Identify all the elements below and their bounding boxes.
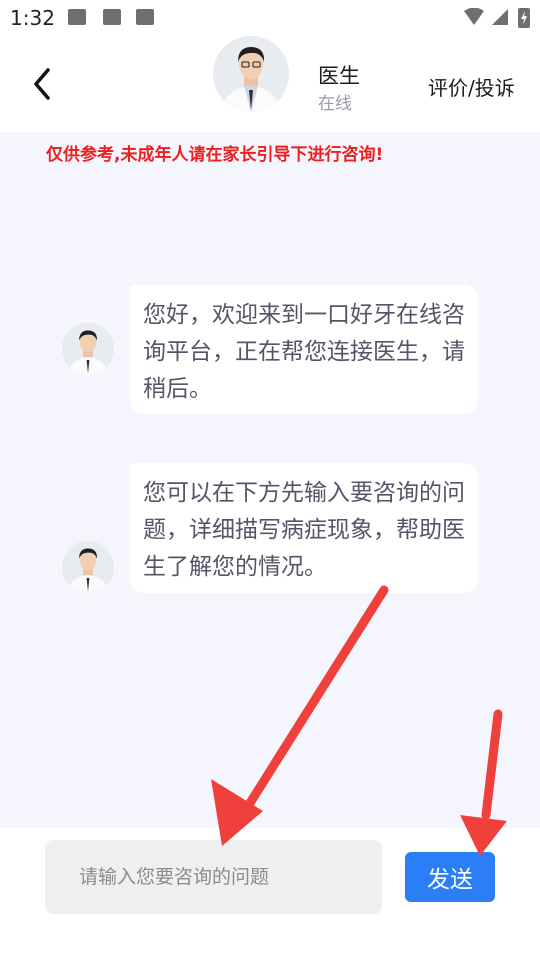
message-avatar: [62, 541, 114, 593]
doctor-name: 医生: [318, 64, 360, 88]
wifi-icon: [464, 8, 484, 25]
chat-header: 医生 在线 评价/投诉: [0, 36, 540, 132]
question-input[interactable]: [45, 840, 382, 914]
message-bubble: 您好，欢迎来到一口好牙在线咨询平台，正在帮您连接医生，请稍后。: [130, 285, 478, 414]
minor-notice: 仅供参考,未成年人请在家长引导下进行咨询!: [46, 145, 384, 165]
status-bar: 1:32: [0, 0, 540, 36]
message-avatar: [62, 323, 114, 375]
font-notification-icon: [103, 9, 121, 25]
doctor-status: 在线: [318, 94, 352, 114]
send-button[interactable]: 发送: [405, 852, 495, 902]
back-button[interactable]: [28, 64, 64, 104]
battery-icon: [518, 8, 530, 28]
input-bar: 发送: [0, 828, 540, 960]
review-complaint-link[interactable]: 评价/投诉: [428, 72, 515, 101]
doctor-avatar: [213, 36, 289, 112]
plus-notification-icon: [136, 9, 154, 25]
chevron-left-icon: [34, 68, 50, 100]
image-notification-icon: [68, 9, 86, 25]
status-time: 1:32: [10, 6, 55, 30]
message-bubble: 您可以在下方先输入要咨询的问题，详细描写病症现象，帮助医生了解您的情况。: [130, 463, 478, 593]
chat-area[interactable]: 仅供参考,未成年人请在家长引导下进行咨询! 您好，欢迎来到一口好牙在线咨询平台，…: [0, 132, 540, 828]
signal-icon: [492, 9, 508, 25]
